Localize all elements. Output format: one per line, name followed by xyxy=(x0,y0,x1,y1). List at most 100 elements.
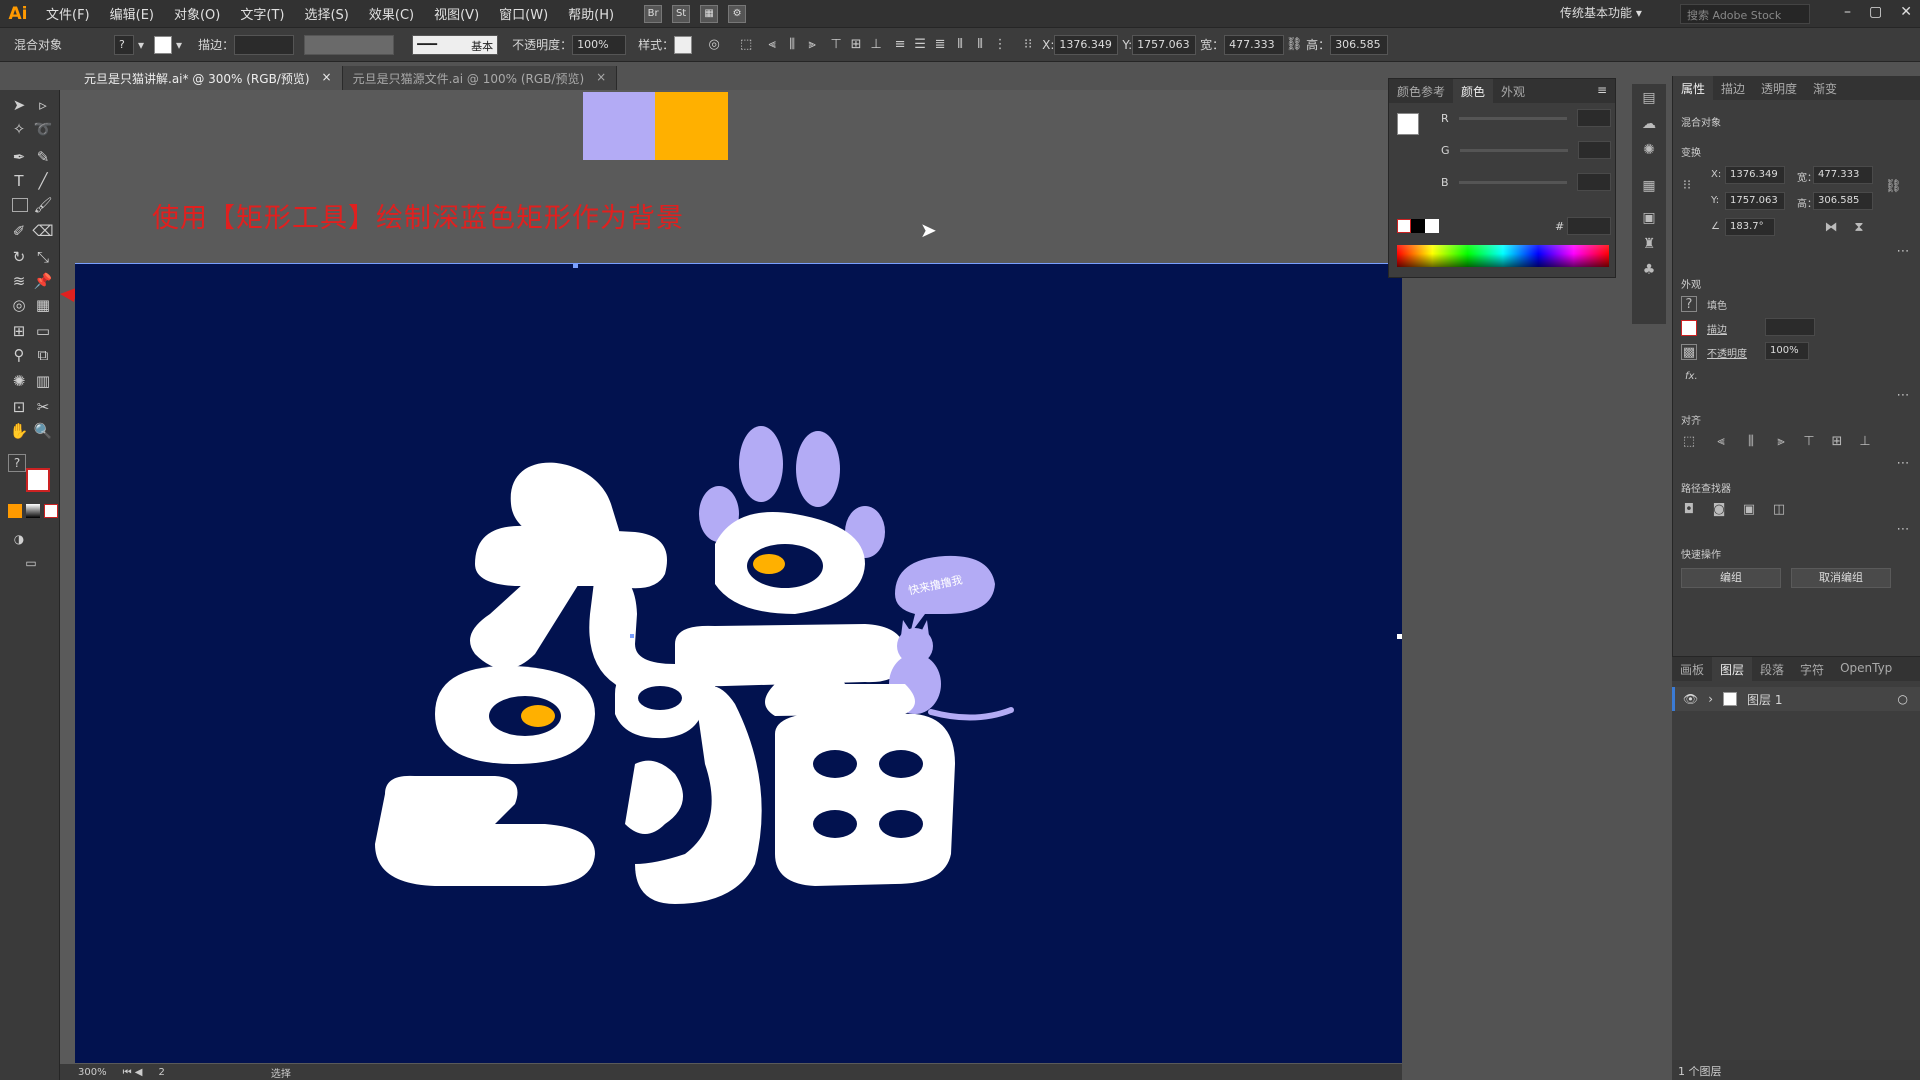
menu-help[interactable]: 帮助(H) xyxy=(558,4,624,23)
stroke-weight-input[interactable] xyxy=(1765,318,1815,336)
zoom-tool-icon[interactable]: 🔍 xyxy=(32,420,54,442)
tab-layers[interactable]: 图层 xyxy=(1712,657,1753,681)
reference-point-icon[interactable]: ⁝⁝ xyxy=(1018,35,1038,55)
rectangle-tool-icon[interactable] xyxy=(12,198,28,212)
bridge-icon[interactable]: Br xyxy=(644,4,663,23)
gradient-mode-icon[interactable] xyxy=(26,504,40,518)
blue-value-input[interactable] xyxy=(1577,173,1611,191)
search-input[interactable]: 搜索 Adobe Stock xyxy=(1680,4,1810,24)
align-hcenter-icon[interactable]: ⫼ xyxy=(1743,434,1759,450)
more-options-icon[interactable]: ⋯ xyxy=(1895,244,1911,260)
lavender-swatch[interactable] xyxy=(583,92,655,160)
variable-width-select[interactable] xyxy=(304,34,395,55)
eraser-tool-icon[interactable]: ⌫ xyxy=(32,220,54,242)
align-bottom-icon[interactable]: ⊥ xyxy=(1857,434,1873,450)
none-swatch-icon[interactable] xyxy=(1397,219,1411,233)
layer-name[interactable]: 图层 1 xyxy=(1747,691,1782,708)
panel-menu-icon[interactable]: ≡ xyxy=(1589,79,1615,103)
opacity-label[interactable]: 不透明度 xyxy=(1707,345,1747,360)
menu-object[interactable]: 对象(O) xyxy=(164,4,230,23)
warp-tool-icon[interactable]: ≋ xyxy=(8,270,30,292)
x-input[interactable]: 1376.349 xyxy=(1725,166,1785,184)
h-input[interactable]: 306.585 xyxy=(1330,34,1389,55)
rotate-tool-icon[interactable]: ↻ xyxy=(8,246,30,268)
orange-swatch[interactable] xyxy=(655,92,728,160)
brushes-dock-icon[interactable]: ▦ xyxy=(1640,178,1658,196)
green-channel-row[interactable]: G xyxy=(1441,141,1611,159)
curvature-tool-icon[interactable]: ✎ xyxy=(32,146,54,168)
fill-control[interactable]: ? ▾ xyxy=(114,34,144,55)
symbols-dock-icon[interactable]: ▣ xyxy=(1640,210,1658,228)
globe-icon[interactable]: ◎ xyxy=(704,35,724,55)
unite-icon[interactable]: ◘ xyxy=(1681,502,1697,518)
w-input[interactable]: 477.333 xyxy=(1224,34,1285,55)
group-button[interactable]: 编组 xyxy=(1681,568,1781,588)
align-to-icon[interactable]: ⬚ xyxy=(736,35,756,55)
align-left-icon[interactable]: ⫷ xyxy=(762,35,782,55)
lasso-tool-icon[interactable]: ➰ xyxy=(32,118,54,140)
stock-icon[interactable]: St xyxy=(672,4,691,23)
stroke-none-icon[interactable] xyxy=(1681,320,1697,336)
x-input[interactable]: 1376.349 xyxy=(1054,34,1119,55)
arrange-documents-icon[interactable]: ▦ xyxy=(700,4,719,23)
align-to-icon[interactable]: ⬚ xyxy=(1681,434,1697,450)
libraries-dock-icon[interactable]: ☁ xyxy=(1640,116,1658,134)
close-tab-icon[interactable]: × xyxy=(596,70,606,86)
fill-unknown-icon[interactable]: ? xyxy=(8,454,26,472)
tab-color[interactable]: 颜色 xyxy=(1453,79,1494,103)
tab-paragraph[interactable]: 段落 xyxy=(1752,657,1792,681)
black-swatch[interactable] xyxy=(1411,219,1425,233)
maximize-icon[interactable]: ▢ xyxy=(1869,4,1882,20)
tab-properties[interactable]: 属性 xyxy=(1673,76,1714,100)
menu-effect[interactable]: 效果(C) xyxy=(359,4,424,23)
gradient-tool-icon[interactable]: ▭ xyxy=(32,320,54,342)
graphic-styles-dock-icon[interactable]: ♜ xyxy=(1640,236,1658,254)
shaper-tool-icon[interactable]: ✐ xyxy=(8,220,30,242)
red-channel-row[interactable]: R xyxy=(1441,109,1611,127)
align-right-icon[interactable]: ⫸ xyxy=(802,35,822,55)
angle-input[interactable]: 183.7° xyxy=(1725,218,1775,236)
style-swatch[interactable] xyxy=(674,35,693,54)
workspace-switcher[interactable]: 传统基本功能 ▾ xyxy=(1560,4,1642,21)
brush-select[interactable]: 基本 ━━━ xyxy=(412,34,499,55)
direct-selection-tool-icon[interactable]: ▹ xyxy=(32,94,54,116)
symbol-sprayer-tool-icon[interactable]: ✺ xyxy=(8,370,30,392)
stroke-swatch-icon[interactable] xyxy=(26,468,50,492)
minimize-icon[interactable]: – xyxy=(1844,4,1851,20)
mesh-tool-icon[interactable]: ⊞ xyxy=(8,320,30,342)
menu-view[interactable]: 视图(V) xyxy=(424,4,489,23)
stroke-none-icon[interactable] xyxy=(154,35,173,54)
slice-tool-icon[interactable]: ✂ xyxy=(32,396,54,418)
none-mode-icon[interactable] xyxy=(44,504,58,518)
shape-builder-tool-icon[interactable]: ◎ xyxy=(8,294,30,316)
type-tool-icon[interactable]: T xyxy=(8,170,30,192)
fill-stroke-proxy-icon[interactable] xyxy=(1397,113,1419,135)
screen-mode-icon[interactable]: ▭ xyxy=(20,552,42,574)
opacity-input[interactable]: 100% xyxy=(1765,342,1809,360)
expand-chevron-icon[interactable]: › xyxy=(1708,692,1713,706)
exclude-icon[interactable]: ◫ xyxy=(1771,502,1787,518)
w-input[interactable]: 477.333 xyxy=(1813,166,1873,184)
blue-slider[interactable] xyxy=(1458,180,1568,184)
swatches-dock-icon[interactable]: ✺ xyxy=(1640,142,1658,160)
properties-dock-icon[interactable]: ▤ xyxy=(1640,90,1658,108)
align-vcenter-icon[interactable]: ⊞ xyxy=(1829,434,1845,450)
draw-mode-icon[interactable]: ◑ xyxy=(8,528,30,550)
status-mode[interactable]: 选择 xyxy=(271,1065,291,1080)
red-slider[interactable] xyxy=(1458,116,1568,120)
scale-tool-icon[interactable]: ⤡ xyxy=(32,246,54,268)
minus-front-icon[interactable]: ◙ xyxy=(1711,502,1727,518)
flip-horizontal-icon[interactable]: ⧓ xyxy=(1823,220,1839,236)
distribute-left-icon[interactable]: ⦀ xyxy=(950,35,970,55)
stroke-control[interactable]: ▾ xyxy=(154,35,182,54)
align-hcenter-icon[interactable]: ⫼ xyxy=(782,35,802,55)
blue-channel-row[interactable]: B xyxy=(1441,173,1611,191)
align-right-icon[interactable]: ⫸ xyxy=(1773,434,1789,450)
visibility-eye-icon[interactable]: 👁 xyxy=(1683,692,1698,706)
align-top-icon[interactable]: ⊤ xyxy=(1801,434,1817,450)
color-mode-icon[interactable] xyxy=(8,504,22,518)
layer-target-icon[interactable]: ○ xyxy=(1898,692,1908,706)
green-slider[interactable] xyxy=(1459,148,1568,152)
constrain-proportions-icon[interactable]: ⛓ xyxy=(1885,179,1902,195)
more-options-icon[interactable]: ⋯ xyxy=(1895,456,1911,472)
